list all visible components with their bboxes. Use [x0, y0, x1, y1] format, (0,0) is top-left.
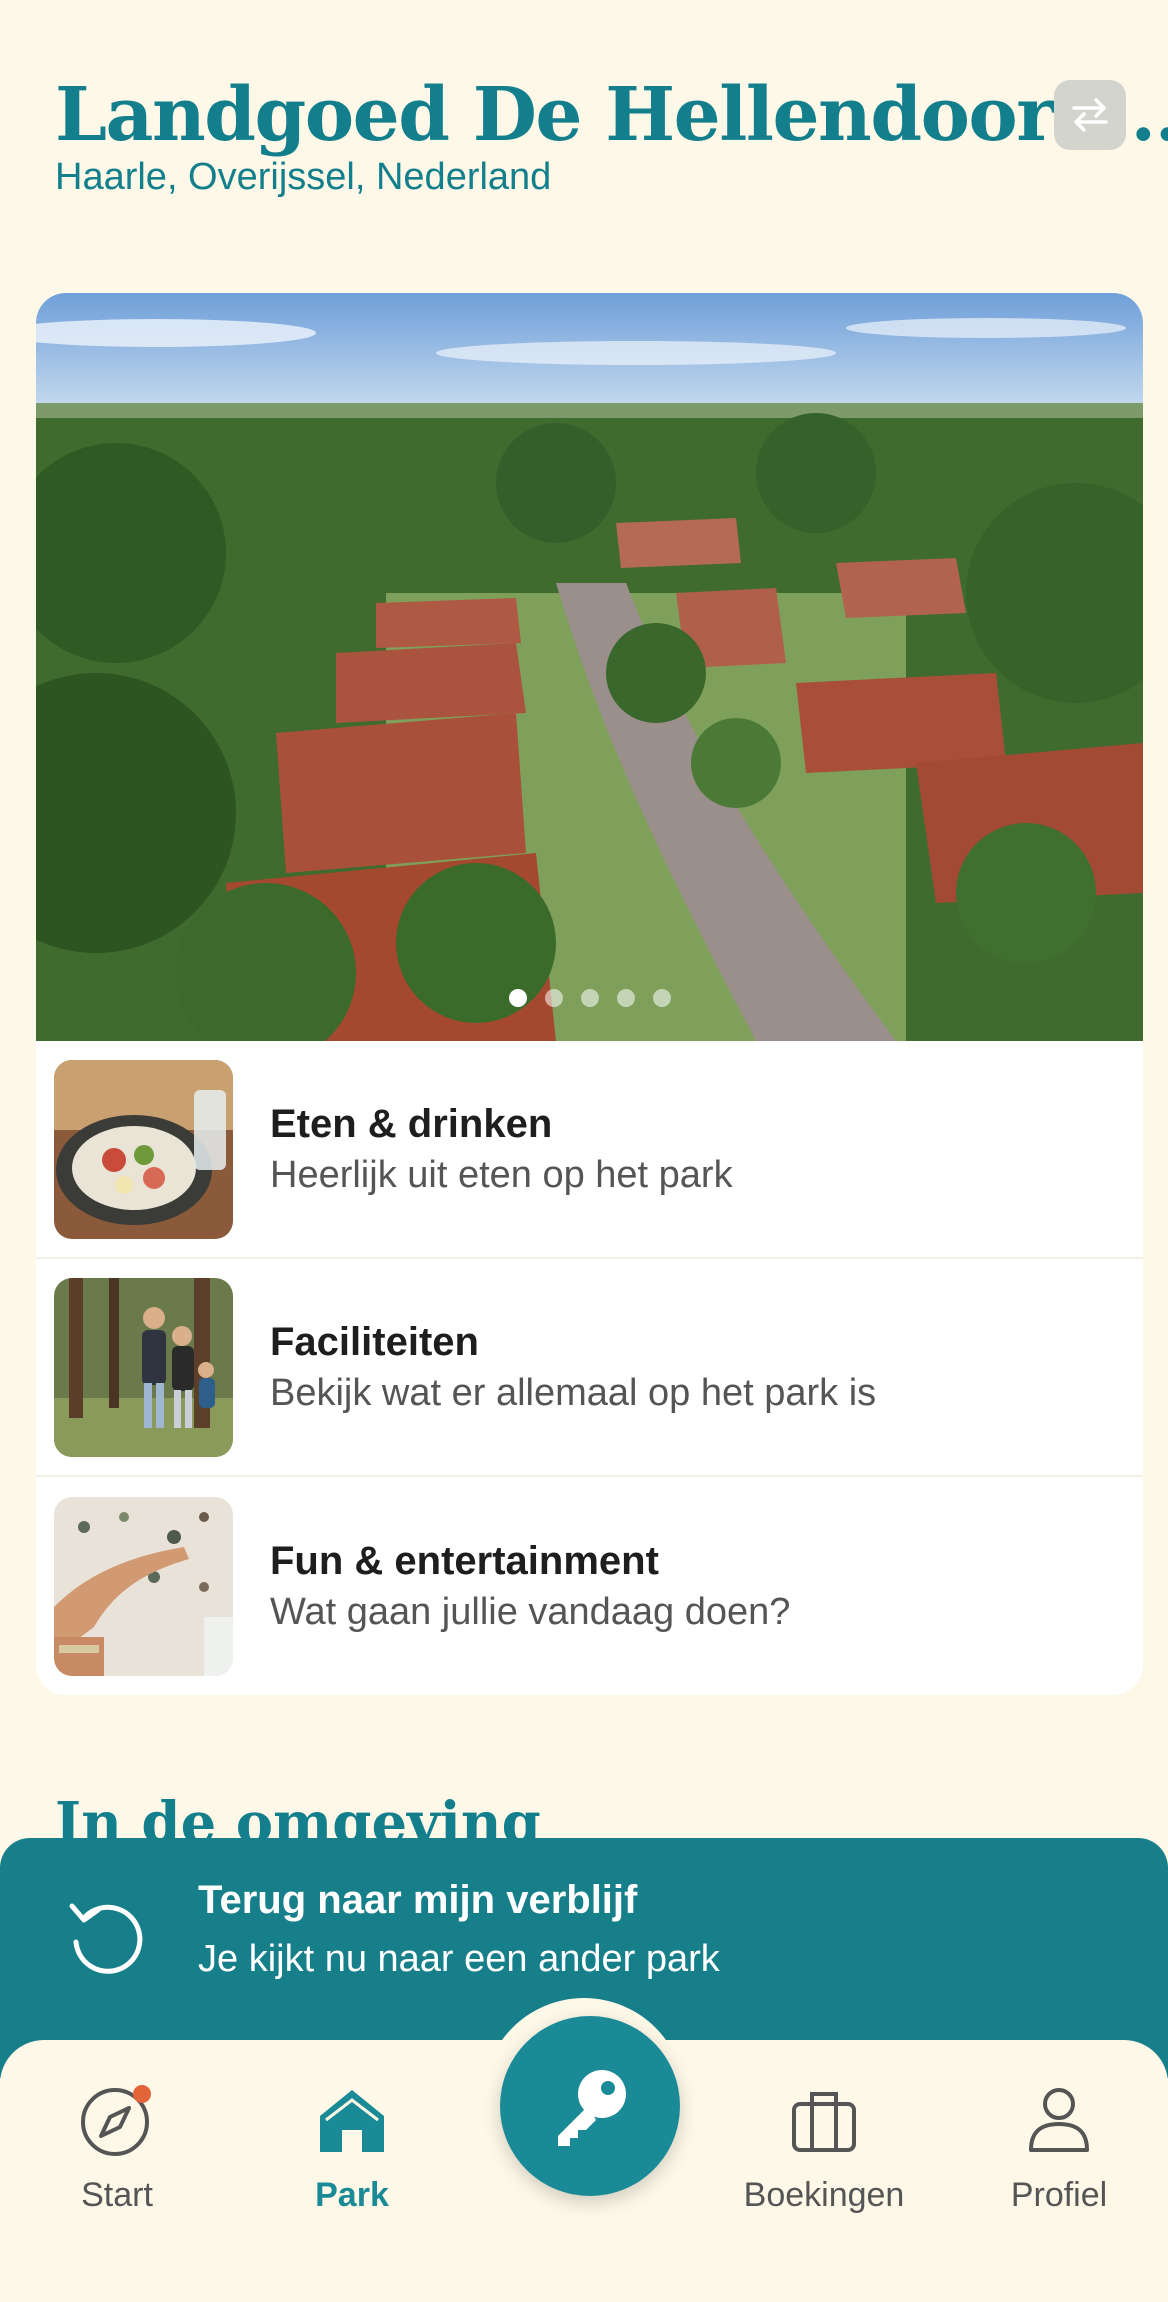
park-location: Haarle, Overijssel, Nederland [55, 156, 552, 198]
tab-label: Park [315, 2176, 389, 2214]
list-item-eten-drinken[interactable]: Eten & drinken Heerlijk uit eten op het … [36, 1041, 1143, 1259]
list-item-title: Eten & drinken [270, 1102, 553, 1146]
family-walk-photo [54, 1277, 233, 1457]
carousel-indicator [36, 989, 1143, 1007]
park-photo-carousel[interactable] [36, 293, 1143, 1041]
swap-arrows-icon [1072, 98, 1108, 132]
park-card: Eten & drinken Heerlijk uit eten op het … [36, 293, 1143, 1695]
carousel-dot[interactable] [544, 989, 563, 1007]
carousel-dot[interactable] [580, 989, 599, 1007]
header: Landgoed De Hellendoorn... Haarle, Overi… [55, 70, 1168, 200]
tab-start[interactable]: Start [17, 2080, 217, 2215]
digital-key-button[interactable] [500, 2016, 680, 2196]
list-item-title: Fun & entertainment [270, 1539, 659, 1583]
list-item-fun-entertainment[interactable]: Fun & entertainment Wat gaan jullie vand… [36, 1477, 1143, 1695]
activity-photo [54, 1496, 233, 1676]
tab-label: Start [81, 2176, 153, 2214]
list-item-subtitle: Bekijk wat er allemaal op het park is [270, 1372, 877, 1414]
tab-profiel[interactable]: Profiel [959, 2080, 1159, 2215]
park-aerial-photo [36, 293, 1143, 1041]
carousel-dot[interactable] [652, 989, 671, 1007]
tab-boekingen[interactable]: Boekingen [724, 2080, 924, 2215]
undo-icon [69, 1903, 143, 1974]
key-icon [558, 2070, 626, 2146]
list-item-faciliteiten[interactable]: Faciliteiten Bekijk wat er allemaal op h… [36, 1259, 1143, 1477]
carousel-dot[interactable] [508, 989, 527, 1007]
tab-park[interactable]: Park [252, 2080, 452, 2215]
banner-title: Terug naar mijn verblijf [198, 1878, 638, 1922]
briefcase-icon [784, 2080, 864, 2160]
carousel-dot[interactable] [616, 989, 635, 1007]
switch-park-button[interactable] [1054, 80, 1126, 150]
list-item-title: Faciliteiten [270, 1320, 479, 1364]
tab-label: Profiel [1010, 2176, 1108, 2214]
banner-subtitle: Je kijkt nu naar een ander park [198, 1938, 720, 1980]
tab-label: Boekingen [743, 2176, 905, 2214]
user-icon [1019, 2080, 1099, 2160]
compass-icon [77, 2080, 157, 2160]
home-icon [312, 2080, 392, 2160]
food-photo [54, 1059, 233, 1239]
list-item-subtitle: Wat gaan jullie vandaag doen? [270, 1591, 791, 1633]
list-item-subtitle: Heerlijk uit eten op het park [270, 1154, 733, 1196]
park-title: Landgoed De Hellendoorn... [55, 72, 1168, 158]
